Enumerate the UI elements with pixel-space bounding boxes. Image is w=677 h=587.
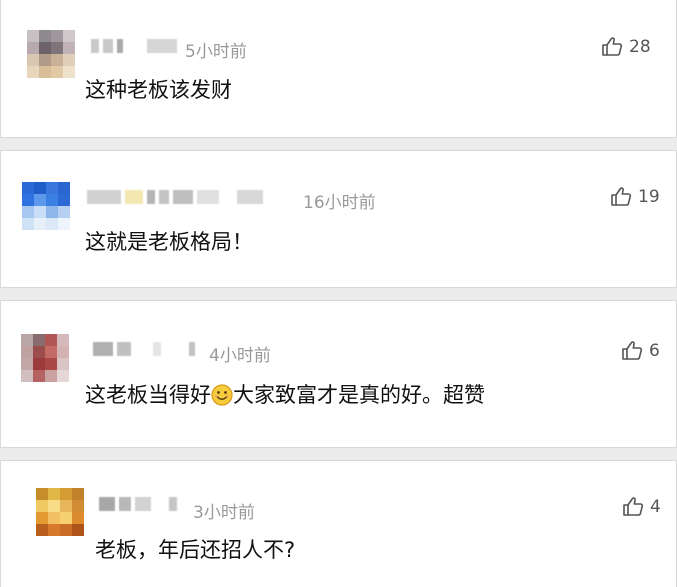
- comment-time: 16小时前: [303, 193, 376, 213]
- like-count: 6: [649, 340, 660, 361]
- comment-text-part: 这老板当得好: [85, 383, 211, 407]
- like-button[interactable]: 19: [610, 186, 660, 207]
- comment-time: 3小时前: [193, 503, 255, 523]
- thumbs-up-icon: [621, 340, 643, 361]
- username-blurred[interactable]: [87, 189, 263, 205]
- comment-text: 老板，年后还招人不?: [95, 538, 296, 562]
- username-blurred[interactable]: [99, 496, 177, 512]
- like-button[interactable]: 6: [621, 340, 660, 361]
- comment-card: 3小时前 4 老板，年后还招人不?: [0, 460, 677, 587]
- thumbs-up-icon: [601, 36, 623, 57]
- comment-card: 4小时前 6 这老板当得好 大家致富才是真的好。超赞: [0, 300, 677, 448]
- thumbs-up-icon: [610, 186, 632, 207]
- comment-card: 5小时前 28 这种老板该发财: [0, 0, 677, 138]
- comment-text: 这就是老板格局！: [85, 230, 253, 254]
- comment-text-part: 大家致富才是真的好。超赞: [233, 383, 485, 407]
- comment-time: 5小时前: [185, 42, 247, 62]
- comment-time: 4小时前: [209, 346, 271, 366]
- comment-card: 16小时前 19 这就是老板格局！: [0, 150, 677, 288]
- avatar[interactable]: [21, 334, 69, 382]
- username-blurred[interactable]: [93, 341, 195, 357]
- smile-emoji-icon: [211, 384, 233, 406]
- username-blurred[interactable]: [91, 38, 177, 54]
- avatar[interactable]: [36, 488, 84, 536]
- avatar[interactable]: [22, 182, 70, 230]
- comment-feed: 5小时前 28 这种老板该发财 16小时前 19 这就是老板格局！ 4小时前 6…: [0, 0, 677, 587]
- like-count: 19: [638, 186, 660, 207]
- thumbs-up-icon: [622, 496, 644, 517]
- like-count: 28: [629, 36, 651, 57]
- avatar[interactable]: [27, 30, 75, 78]
- like-button[interactable]: 28: [601, 36, 651, 57]
- comment-text: 这老板当得好 大家致富才是真的好。超赞: [85, 379, 485, 409]
- comment-text: 这种老板该发财: [85, 78, 232, 102]
- like-count: 4: [650, 496, 661, 517]
- like-button[interactable]: 4: [622, 496, 661, 517]
